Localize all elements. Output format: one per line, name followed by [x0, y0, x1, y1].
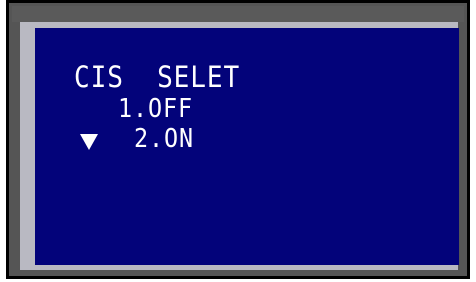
menu-option-off[interactable]: 1.OFF [118, 96, 193, 122]
menu-title: CIS SELET [74, 60, 241, 94]
monitor-bezel-top [12, 6, 464, 22]
menu-option-on[interactable]: 2.ON [134, 126, 194, 152]
down-triangle-icon [80, 134, 98, 150]
